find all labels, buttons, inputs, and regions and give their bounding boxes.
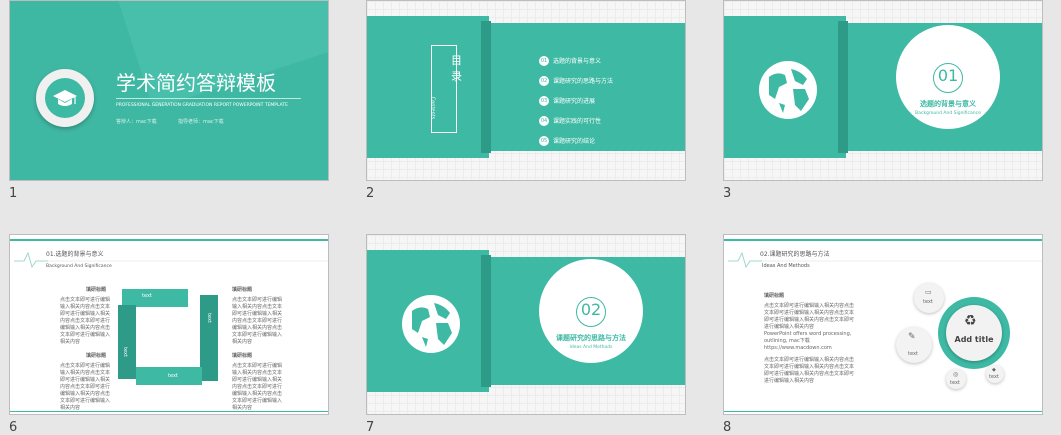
slide-thumb-2[interactable]: 目录 Contents 01 选题的背景与意义 02 课题研究的思路与方法 03 课题研究… xyxy=(366,0,688,205)
contents-title-cn: 目录 xyxy=(451,54,462,83)
toc-item: 04 课题实践的可行性 xyxy=(539,110,601,126)
arrow-label: text xyxy=(142,293,152,299)
section-number: 01 xyxy=(937,66,959,85)
section-subtitle: Background And Significance xyxy=(46,264,112,269)
slide-number: 6 xyxy=(9,420,18,435)
left-panel xyxy=(367,16,489,158)
block-text: 点击文本即可进行编辑输入相关内容点击文本即可进行编辑输入相关内容点击文本即可进行… xyxy=(232,297,283,345)
toc-item-label: 选题的背景与意义 xyxy=(553,58,602,65)
monitor-icon: ▭ xyxy=(925,288,932,296)
section-subtitle: Ideas And Methods xyxy=(569,345,613,350)
slide-number: 8 xyxy=(723,420,732,435)
toc-number-badge: 05 xyxy=(539,135,549,146)
section-number: 02 xyxy=(580,300,602,319)
cycle-right-arrow xyxy=(200,295,218,381)
toc-item: 03 课题研究的进展 xyxy=(539,90,595,106)
slide-thumb-3[interactable]: 01 选题的背景与意义 Background And Significance … xyxy=(723,0,1045,205)
toc-item-label: 课题研究的结论 xyxy=(553,138,596,145)
bubble-label: text xyxy=(908,351,918,357)
arrow-label: text xyxy=(205,313,212,323)
slide-thumb-8[interactable]: 02.课题研究的思路与方法 Ideas And Methods 填研标题 点击文… xyxy=(723,234,1045,435)
panel-fold xyxy=(838,21,848,153)
globe-icon xyxy=(402,295,460,353)
toc-item: 02 课题研究的思路与方法 xyxy=(539,70,613,86)
top-rule xyxy=(724,239,1042,241)
toc-number-badge: 01 xyxy=(539,55,549,66)
toc-item: 01 选题的背景与意义 xyxy=(539,50,601,66)
toc-number-badge: 03 xyxy=(539,95,549,106)
arrow-label: text xyxy=(168,373,178,379)
toc-item-label: 课题研究的进展 xyxy=(553,98,596,105)
toc-item-label: 课题实践的可行性 xyxy=(553,118,602,125)
block-text: 点击文本即可进行编辑输入相关内容点击文本即可进行编辑输入相关内容点击文本即可进行… xyxy=(232,363,283,411)
slide-number: 2 xyxy=(366,186,375,201)
top-rule xyxy=(10,239,328,241)
slide-thumb-1[interactable]: 学术简约答辩模板 PROFESSIONAL GENERATION GRADUAT… xyxy=(9,0,331,205)
cycle-left-arrow xyxy=(118,305,136,379)
circle-icon: ◎ xyxy=(953,371,959,378)
note-text: PowerPoint offers word processing, outli… xyxy=(764,331,852,351)
bubble-label: text xyxy=(950,380,960,386)
tag-icon: ◆ xyxy=(992,367,996,373)
block-title: 填研标题 xyxy=(232,353,253,359)
slide-1-title: 学术简约答辩模板 xyxy=(116,71,276,95)
section-subtitle: Ideas And Methods xyxy=(762,263,810,269)
section-title: 01.选题的背景与意义 xyxy=(46,251,104,258)
slide-8: 02.课题研究的思路与方法 Ideas And Methods 填研标题 点击文… xyxy=(723,234,1043,415)
block-text: 点击文本即可进行编辑输入相关内容点击文本即可进行编辑输入相关内容点击文本即可进行… xyxy=(764,303,855,330)
globe-icon xyxy=(759,61,817,119)
bubble-label: text xyxy=(923,299,933,305)
block-text: 点击文本即可进行编辑输入相关内容点击文本即可进行编辑输入相关内容点击文本即可进行… xyxy=(764,357,855,384)
slide-number: 3 xyxy=(723,186,732,201)
hub-title: Add title xyxy=(954,335,994,344)
slide-1-presenter: 答辩人：mac下载 xyxy=(116,119,157,125)
slide-thumb-6[interactable]: 01.选题的背景与意义 Background And Significance … xyxy=(9,234,331,435)
slide-1-subtitle: PROFESSIONAL GENERATION GRADUATION REPOR… xyxy=(116,103,288,108)
slide-number: 7 xyxy=(366,420,375,435)
block-title: 填研标题 xyxy=(86,353,107,359)
slide-1: 学术简约答辩模板 PROFESSIONAL GENERATION GRADUAT… xyxy=(9,0,329,181)
bubble-label: text xyxy=(989,374,999,380)
panel-fold xyxy=(481,21,491,153)
section-subtitle: Background And Significance xyxy=(915,111,981,116)
arrow-label: text xyxy=(121,347,128,357)
slide-3: 01 选题的背景与意义 Background And Significance xyxy=(723,0,1043,181)
contents-title-en: Contents xyxy=(429,96,436,120)
slide-thumb-7[interactable]: 02 课题研究的思路与方法 Ideas And Methods 7 xyxy=(366,234,688,435)
bottom-rule xyxy=(10,411,328,412)
block-text: 点击文本即可进行编辑输入相关内容点击文本即可进行编辑输入相关内容点击文本即可进行… xyxy=(60,297,111,345)
recycle-icon: ♻ xyxy=(964,313,977,329)
toc-item-label: 课题研究的思路与方法 xyxy=(553,78,614,85)
toc-number-badge: 02 xyxy=(539,75,549,86)
slide-2: 目录 Contents 01 选题的背景与意义 02 课题研究的思路与方法 03 课题研究… xyxy=(366,0,686,181)
block-text: 点击文本即可进行编辑输入相关内容点击文本即可进行编辑输入相关内容点击文本即可进行… xyxy=(60,363,111,411)
bottom-rule xyxy=(724,411,1042,412)
block-title: 填研标题 xyxy=(86,287,107,293)
toc-item: 05 课题研究的结论 xyxy=(539,130,595,146)
section-title: 课题研究的思路与方法 xyxy=(556,334,626,342)
graduation-cap-icon xyxy=(53,90,77,106)
slide-number: 1 xyxy=(9,186,18,201)
block-title: 填研标题 xyxy=(232,287,253,293)
pencil-icon: ✎ xyxy=(908,332,916,342)
section-title: 02.课题研究的思路与方法 xyxy=(760,251,830,258)
panel-fold xyxy=(481,255,491,387)
title-rule xyxy=(116,98,301,99)
toc-number-badge: 04 xyxy=(539,115,549,126)
section-title: 选题的背景与意义 xyxy=(920,100,976,108)
slide-7: 02 课题研究的思路与方法 Ideas And Methods xyxy=(366,234,686,415)
slide-1-advisor: 指导老师：mac下载 xyxy=(178,119,224,125)
slide-6: 01.选题的背景与意义 Background And Significance … xyxy=(9,234,329,415)
block-title: 填研标题 xyxy=(764,293,785,299)
